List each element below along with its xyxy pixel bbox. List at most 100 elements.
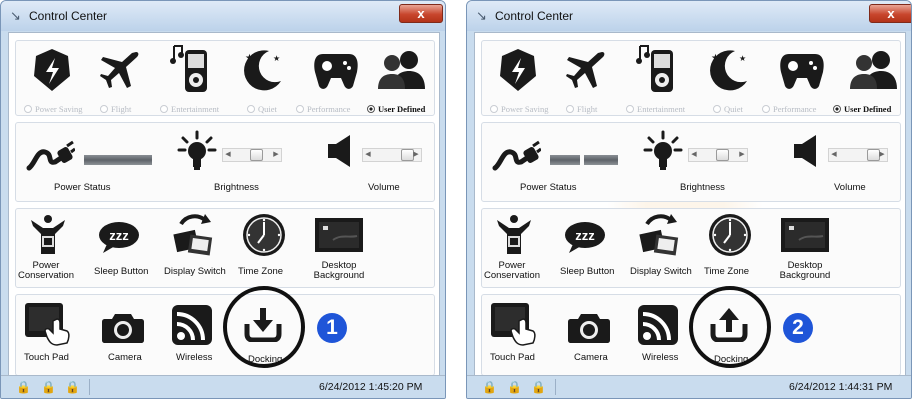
user-defined-icon[interactable]	[376, 45, 428, 95]
camera-label: Camera	[108, 352, 142, 363]
power-status-bar-segment-1	[550, 155, 580, 165]
mode-label: Performance	[307, 104, 351, 114]
mode-radio-quiet[interactable]: Quiet	[247, 104, 277, 114]
mode-radio-performance[interactable]: Performance	[296, 104, 350, 114]
close-button[interactable]: x	[399, 4, 443, 23]
brightness-icon[interactable]	[176, 129, 218, 173]
desktop-background-icon[interactable]	[778, 215, 832, 255]
radio-dot	[490, 105, 498, 113]
mode-radio-power-saving[interactable]: Power Saving	[24, 104, 82, 114]
mode-label: User Defined	[378, 104, 426, 114]
power-saving-icon[interactable]	[28, 45, 76, 95]
time-zone-icon[interactable]	[240, 211, 288, 259]
slider-right-arrow[interactable]: ▶	[271, 148, 281, 162]
slider-left-arrow[interactable]: ◀	[223, 148, 233, 162]
app-icon: ↘	[10, 8, 21, 23]
wireless-icon[interactable]	[636, 303, 680, 347]
mode-radio-user-defined[interactable]: User Defined	[367, 104, 425, 114]
camera-icon[interactable]	[566, 309, 612, 345]
quiet-icon[interactable]: ★ ★	[704, 45, 752, 95]
brightness-slider[interactable]: ◀ ▶	[222, 148, 282, 162]
desktop-background-label: Desktop Background	[313, 260, 365, 281]
app-icon: ↘	[476, 8, 487, 23]
flight-icon[interactable]	[96, 45, 144, 95]
modes-group: ★ ★ Power Saving Flight Entertainment Qui…	[15, 40, 435, 116]
volume-icon[interactable]	[322, 131, 356, 171]
status-group: ◀ ▶ ◀ ▶ Power Status Brightness Volume	[481, 122, 901, 202]
volume-slider[interactable]: ◀ ▶	[828, 148, 888, 162]
title-bar[interactable]: ↘ Control Center x	[467, 1, 911, 31]
time-zone-icon[interactable]	[706, 211, 754, 259]
slider-right-arrow[interactable]: ▶	[737, 148, 747, 162]
display-switch-icon[interactable]	[170, 213, 216, 259]
slider-left-arrow[interactable]: ◀	[363, 148, 373, 162]
touch-pad-icon[interactable]	[22, 301, 72, 347]
wireless-icon[interactable]	[170, 303, 214, 347]
slider-thumb[interactable]	[250, 149, 263, 161]
mode-radio-entertainment[interactable]: Entertainment	[160, 104, 219, 114]
power-status-bar-segment-2	[584, 155, 618, 165]
lock-icon: 🔒	[16, 380, 31, 394]
lock-icon: 🔒	[41, 380, 56, 394]
power-conservation-icon[interactable]	[28, 213, 68, 257]
buttons-group: zzz Power Conservation Sleep Button Disp…	[481, 208, 901, 288]
slider-right-arrow[interactable]: ▶	[411, 148, 421, 162]
volume-slider[interactable]: ◀ ▶	[362, 148, 422, 162]
slider-thumb[interactable]	[716, 149, 729, 161]
callout-badge: 2	[783, 313, 813, 343]
power-conservation-label: Power Conservation	[484, 260, 540, 281]
slider-left-arrow[interactable]: ◀	[689, 148, 699, 162]
mode-label: Quiet	[724, 104, 743, 114]
entertainment-icon[interactable]	[632, 43, 680, 97]
mode-radio-quiet[interactable]: Quiet	[713, 104, 743, 114]
highlight-circle	[223, 286, 305, 368]
sleep-icon[interactable]: zzz	[562, 217, 608, 257]
slider-left-arrow[interactable]: ◀	[829, 148, 839, 162]
user-defined-icon[interactable]	[848, 45, 900, 95]
power-status-bar	[84, 155, 152, 165]
slider-right-arrow[interactable]: ▶	[877, 148, 887, 162]
mode-radio-flight[interactable]: Flight	[100, 104, 131, 114]
datetime: 6/24/2012 1:44:31 PM	[789, 381, 893, 393]
buttons-group: zzz Power Conservation Sleep Button Disp…	[15, 208, 435, 288]
mode-radio-entertainment[interactable]: Entertainment	[626, 104, 685, 114]
mode-radio-power-saving[interactable]: Power Saving	[490, 104, 548, 114]
performance-icon[interactable]	[312, 45, 360, 95]
flight-icon[interactable]	[562, 45, 610, 95]
radio-dot	[160, 105, 168, 113]
sleep-icon[interactable]: zzz	[96, 217, 142, 257]
display-switch-label: Display Switch	[630, 266, 692, 277]
mode-label: Flight	[111, 104, 132, 114]
time-zone-label: Time Zone	[238, 266, 284, 277]
entertainment-icon[interactable]	[166, 43, 214, 97]
callout-badge: 1	[317, 313, 347, 343]
volume-icon[interactable]	[788, 131, 822, 171]
desktop-background-icon[interactable]	[312, 215, 366, 255]
time-zone-label: Time Zone	[704, 266, 750, 277]
client-area: ★ ★ Power Saving Flight Entertainment Qui…	[474, 32, 906, 392]
mode-radio-performance[interactable]: Performance	[762, 104, 816, 114]
mode-radio-user-defined[interactable]: User Defined	[833, 104, 891, 114]
close-button[interactable]: x	[869, 4, 911, 23]
title-bar[interactable]: ↘ Control Center x	[1, 1, 445, 31]
radio-dot	[713, 105, 721, 113]
brightness-icon[interactable]	[642, 129, 684, 173]
svg-text:zzz: zzz	[109, 228, 129, 243]
display-switch-icon[interactable]	[636, 213, 682, 259]
lock-icon: 🔒	[507, 380, 522, 394]
power-conservation-icon[interactable]	[494, 213, 534, 257]
power-saving-icon[interactable]	[494, 45, 542, 95]
mode-label: Power Saving	[35, 104, 83, 114]
performance-icon[interactable]	[778, 45, 826, 95]
highlight-circle	[689, 286, 771, 368]
status-bar: 🔒 🔒 🔒 6/24/2012 1:44:31 PM	[467, 375, 911, 398]
touch-pad-icon[interactable]	[488, 301, 538, 347]
status-separator	[89, 379, 90, 395]
svg-text:★: ★	[711, 53, 720, 64]
camera-icon[interactable]	[100, 309, 146, 345]
quiet-icon[interactable]: ★ ★	[238, 45, 286, 95]
status-separator	[555, 379, 556, 395]
window-title: Control Center	[495, 9, 574, 23]
brightness-slider[interactable]: ◀ ▶	[688, 148, 748, 162]
mode-radio-flight[interactable]: Flight	[566, 104, 597, 114]
